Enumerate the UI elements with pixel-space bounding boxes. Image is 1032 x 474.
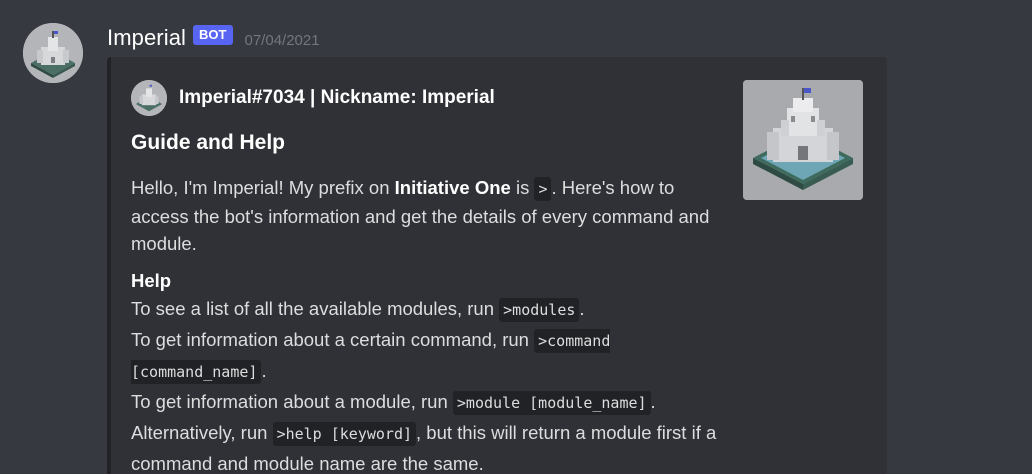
embed-author: Imperial#7034 | Nickname: Imperial (131, 80, 495, 116)
field-text: . (650, 391, 656, 412)
embed: Imperial#7034 | Nickname: Imperial Guide… (107, 57, 887, 474)
timestamp[interactable]: 07/04/2021 (245, 32, 320, 49)
embed-title: Guide and Help (131, 131, 286, 154)
castle-avatar-icon[interactable] (23, 23, 83, 83)
castle-icon (131, 80, 167, 116)
prefix-code: > (534, 177, 552, 201)
embed-description: Hello, I'm Imperial! My prefix on Initia… (131, 174, 731, 257)
field-line: Alternatively, run >help [keyword], but … (131, 418, 731, 474)
bot-tag: BOT (193, 25, 233, 45)
modules-code: >modules (499, 298, 580, 322)
field-text: To see a list of all the available modul… (131, 298, 500, 319)
field-text: Alternatively, run (131, 422, 273, 443)
castle-thumbnail[interactable] (743, 80, 863, 200)
username[interactable]: Imperial (107, 25, 186, 51)
field-text: To get information about a module, run (131, 391, 453, 412)
field-line: To get information about a module, run >… (131, 387, 731, 418)
field-text: . (261, 360, 267, 381)
field-name: Help (131, 270, 172, 291)
description-text: is (510, 177, 535, 198)
module-code: >module [module_name] (452, 391, 651, 415)
chat-message: Imperial BOT 07/04/2021 Imperial#7034 | … (0, 0, 1032, 474)
embed-author-name: Imperial#7034 | Nickname: Imperial (179, 87, 495, 108)
embed-field-help: Help To see a list of all the available … (131, 267, 731, 474)
field-line: To see a list of all the available modul… (131, 294, 731, 325)
field-line: To get information about a certain comma… (131, 325, 731, 387)
help-code: >help [keyword] (272, 422, 417, 446)
field-text: To get information about a certain comma… (131, 329, 535, 350)
description-text: Hello, I'm Imperial! My prefix on (131, 177, 395, 198)
field-text: . (579, 298, 585, 319)
server-name: Initiative One (394, 177, 511, 198)
message-header: Imperial BOT 07/04/2021 (107, 23, 320, 53)
